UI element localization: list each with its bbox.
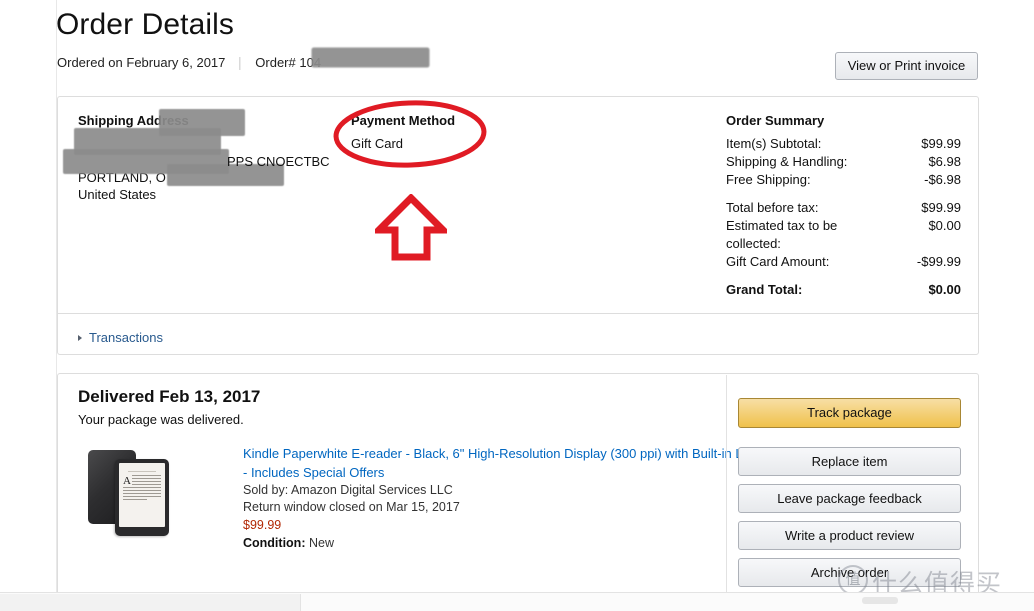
chevron-right-icon — [78, 335, 82, 341]
product-price: $99.99 — [243, 518, 282, 532]
write-a-product-review-button[interactable]: Write a product review — [738, 521, 961, 550]
kindle-screen-header — [128, 467, 156, 472]
summary-value: -$99.99 — [916, 254, 961, 269]
card-section-divider — [58, 313, 978, 314]
product-condition-value: New — [308, 536, 334, 550]
summary-row-free-shipping: Free Shipping: -$6.98 — [726, 171, 961, 189]
track-package-button[interactable]: Track package — [738, 398, 961, 428]
kindle-screen-text-line — [132, 484, 161, 485]
browser-bottom-strip — [0, 592, 1034, 611]
product-return-window: Return window closed on Mar 15, 2017 — [243, 500, 460, 514]
order-number-redaction — [312, 48, 429, 67]
product-title-link[interactable]: Kindle Paperwhite E-reader - Black, 6" H… — [243, 444, 803, 482]
summary-label: Free Shipping: — [726, 172, 811, 187]
delivery-status-title: Delivered Feb 13, 2017 — [78, 387, 261, 406]
scrollbar-thumb[interactable] — [862, 597, 898, 604]
column-separator — [726, 375, 727, 599]
product-sold-by: Sold by: Amazon Digital Services LLC — [243, 483, 453, 497]
transactions-toggle[interactable]: Transactions — [78, 330, 163, 345]
summary-label: Total before tax: — [726, 200, 819, 215]
kindle-device-front-icon: A — [115, 459, 169, 536]
order-summary-heading: Order Summary — [726, 113, 825, 128]
summary-row-subtotal: Item(s) Subtotal: $99.99 — [726, 135, 961, 153]
kindle-screen-text-line — [132, 478, 161, 479]
order-details-page: Order Details Ordered on February 6, 201… — [0, 0, 1034, 611]
summary-value: $99.99 — [921, 136, 961, 151]
summary-row-total-before-tax: Total before tax: $99.99 — [726, 199, 961, 217]
summary-label: Gift Card Amount: — [726, 254, 830, 269]
payment-method-heading: Payment Method — [351, 113, 456, 128]
summary-label: Estimated tax to be collected: — [726, 218, 838, 251]
order-summary-block: Order Summary Item(s) Subtotal: $99.99 S… — [726, 113, 961, 299]
order-meta: Ordered on February 6, 2017 | Order# 104 — [57, 54, 321, 70]
summary-value: -$6.98 — [924, 172, 961, 187]
order-summary-card: Shipping Address PORTLAND, O United Stat… — [57, 96, 979, 355]
product-info: Kindle Paperwhite E-reader - Black, 6" H… — [243, 444, 803, 552]
payment-method-block: Payment Method Gift Card — [351, 113, 551, 152]
summary-value: $0.00 — [928, 282, 961, 297]
address-redaction-4 — [159, 109, 245, 136]
shipping-address-visible-fragment: PPS CNOECTBC — [227, 154, 330, 169]
summary-row-estimated-tax: Estimated tax to be collected: $0.00 — [726, 217, 961, 253]
page-title: Order Details — [56, 8, 235, 41]
summary-value: $6.98 — [928, 154, 961, 169]
summary-value: $0.00 — [928, 218, 961, 233]
summary-label: Grand Total: — [726, 282, 803, 297]
summary-row-shipping-handling: Shipping & Handling: $6.98 — [726, 153, 961, 171]
kindle-screen-dropcap: A — [123, 475, 131, 487]
kindle-screen-text-line — [132, 481, 161, 482]
kindle-screen-text-line — [123, 490, 161, 491]
view-or-print-invoice-button[interactable]: View or Print invoice — [835, 52, 978, 80]
kindle-screen-text-line — [123, 493, 161, 494]
summary-label: Shipping & Handling: — [726, 154, 848, 169]
shipment-card: Delivered Feb 13, 2017 Your package was … — [57, 373, 979, 601]
summary-value: $99.99 — [921, 200, 961, 215]
shipment-actions: Track package Replace item Leave package… — [738, 398, 961, 595]
summary-row-grand-total: Grand Total: $0.00 — [726, 281, 961, 299]
kindle-screen-text-line — [132, 475, 161, 476]
product-condition: Condition: New — [243, 534, 803, 552]
ordered-on-text: Ordered on February 6, 2017 — [57, 55, 226, 70]
product-condition-label: Condition: — [243, 536, 306, 550]
summary-row-gift-card-amount: Gift Card Amount: -$99.99 — [726, 253, 961, 271]
transactions-label: Transactions — [89, 330, 163, 345]
delivery-status-subtitle: Your package was delivered. — [78, 412, 244, 427]
kindle-screen-text-line — [123, 496, 161, 497]
kindle-screen-text-line — [123, 499, 147, 500]
payment-method-value: Gift Card — [351, 136, 404, 151]
product-thumbnail[interactable]: A — [82, 446, 184, 538]
browser-taskbar-item[interactable] — [0, 594, 301, 611]
meta-separator: | — [238, 54, 242, 70]
shipping-address-country: United States — [78, 187, 157, 202]
leave-package-feedback-button[interactable]: Leave package feedback — [738, 484, 961, 513]
archive-order-button[interactable]: Archive order — [738, 558, 961, 587]
summary-label: Item(s) Subtotal: — [726, 136, 822, 151]
replace-item-button[interactable]: Replace item — [738, 447, 961, 476]
kindle-screen-text-line — [123, 487, 161, 488]
kindle-screen: A — [119, 463, 165, 527]
